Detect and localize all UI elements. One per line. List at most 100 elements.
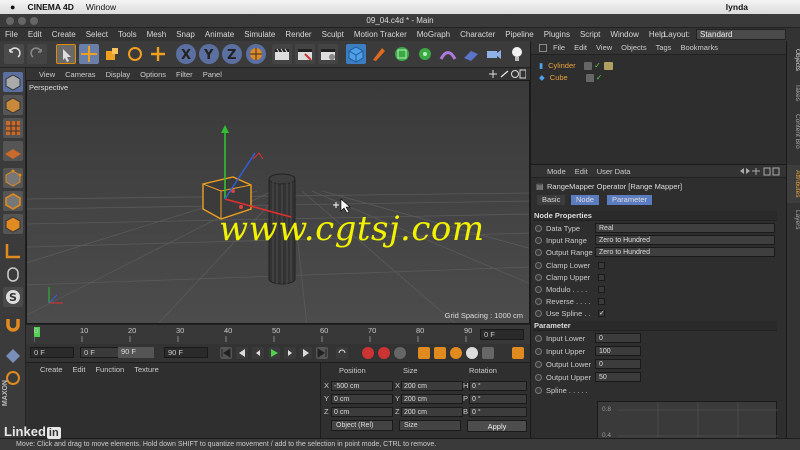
timeline-window-icon[interactable] xyxy=(512,347,524,359)
tab-node[interactable]: Node xyxy=(571,195,599,205)
coordinate-mode-select[interactable]: Object (Rel) xyxy=(331,420,393,431)
animate-radio-icon[interactable] xyxy=(535,237,542,244)
rotate-tool-icon[interactable] xyxy=(125,44,145,64)
move-tool-icon[interactable] xyxy=(79,44,99,64)
size-mode-select[interactable]: Size xyxy=(399,420,461,431)
layer-tag-icon[interactable] xyxy=(584,61,593,70)
viewport-menu-panel[interactable]: Panel xyxy=(198,70,227,79)
tweak-mode-icon[interactable] xyxy=(3,264,23,284)
mac-window-menu[interactable]: Window xyxy=(86,2,116,12)
key-position-icon[interactable] xyxy=(418,347,430,359)
animate-radio-icon[interactable] xyxy=(535,374,542,381)
menu-simulate[interactable]: Simulate xyxy=(239,30,280,39)
input-upper-field[interactable]: 100 xyxy=(595,346,641,356)
autokeying-icon[interactable] xyxy=(378,347,390,359)
camera-icon[interactable] xyxy=(484,44,504,64)
rot-p-field[interactable]: 0 ° xyxy=(469,394,527,404)
clamp-lower-checkbox[interactable] xyxy=(598,262,605,269)
play-icon[interactable] xyxy=(268,347,280,359)
current-frame-field[interactable]: 0 F xyxy=(480,329,524,340)
apple-icon[interactable]: ● xyxy=(10,2,15,12)
cloner-icon[interactable] xyxy=(415,44,435,64)
transform-tool-icon[interactable] xyxy=(148,44,168,64)
redo-icon[interactable] xyxy=(27,44,47,64)
animate-radio-icon[interactable] xyxy=(535,249,542,256)
tab-parameter[interactable]: Parameter xyxy=(607,195,653,205)
viewport-menu-options[interactable]: Options xyxy=(135,70,171,79)
key-scale-icon[interactable] xyxy=(434,347,446,359)
tab-basic[interactable]: Basic xyxy=(537,195,566,205)
menu-edit[interactable]: Edit xyxy=(23,30,47,39)
input-range-select[interactable]: Zero to Hundred xyxy=(595,235,775,245)
render-to-picture-viewer-icon[interactable] xyxy=(295,44,315,64)
viewport-menu-display[interactable]: Display xyxy=(101,70,136,79)
pen-spline-icon[interactable] xyxy=(369,44,389,64)
enable-axis-icon[interactable] xyxy=(3,241,23,261)
timeline-ruler[interactable]: 0 10 20 30 40 50 60 70 80 90 0 F xyxy=(26,324,530,344)
output-lower-field[interactable]: 0 xyxy=(595,359,641,369)
menu-script[interactable]: Script xyxy=(575,30,605,39)
input-lower-field[interactable]: 0 xyxy=(595,333,641,343)
layout-select[interactable]: Standard xyxy=(696,29,786,40)
animate-radio-icon[interactable] xyxy=(535,335,542,342)
menu-character[interactable]: Character xyxy=(455,30,500,39)
scene-canvas[interactable] xyxy=(27,81,530,324)
model-mode-icon[interactable] xyxy=(3,95,23,115)
cube-object-icon[interactable] xyxy=(346,44,366,64)
loop-icon[interactable] xyxy=(336,347,348,359)
object-menu-bookmarks[interactable]: Bookmarks xyxy=(680,43,718,52)
modulo-checkbox[interactable] xyxy=(598,286,605,293)
apply-button[interactable]: Apply xyxy=(467,420,527,432)
start-frame-field[interactable]: 0 F xyxy=(30,347,74,358)
spline-graph[interactable]: 0.8 0.4 xyxy=(597,401,778,442)
viewport-menu-filter[interactable]: Filter xyxy=(171,70,198,79)
object-row-cylinder[interactable]: ▮ Cylinder ✓ xyxy=(539,60,614,71)
output-upper-field[interactable]: 50 xyxy=(595,372,641,382)
material-menu-function[interactable]: Function xyxy=(95,365,124,374)
animate-radio-icon[interactable] xyxy=(535,298,542,305)
key-rotation-icon[interactable] xyxy=(450,347,462,359)
output-range-select[interactable]: Zero to Hundred xyxy=(595,247,775,257)
animate-radio-icon[interactable] xyxy=(535,387,542,394)
make-editable-icon[interactable] xyxy=(3,72,23,92)
magnet-icon[interactable] xyxy=(3,314,23,334)
animate-radio-icon[interactable] xyxy=(535,274,542,281)
attr-menu-user-data[interactable]: User Data xyxy=(597,167,631,176)
side-tab-layers[interactable]: Layers xyxy=(787,207,800,233)
side-tab-content-browser[interactable]: Content Bro xyxy=(787,109,800,153)
side-tab-objects[interactable]: Objects xyxy=(787,45,800,75)
zoom-window-icon[interactable] xyxy=(30,17,38,25)
animate-radio-icon[interactable] xyxy=(535,286,542,293)
edge-mode-icon[interactable] xyxy=(3,191,23,211)
key-parameter-icon[interactable] xyxy=(466,347,478,359)
menu-window[interactable]: Window xyxy=(605,30,643,39)
size-z-field[interactable]: 200 cm xyxy=(401,407,463,417)
record-keys-icon[interactable] xyxy=(362,347,374,359)
enabled-check-icon[interactable]: ✓ xyxy=(594,61,602,70)
texture-grid-icon[interactable] xyxy=(3,346,23,366)
keyframe-selection-icon[interactable] xyxy=(394,347,406,359)
side-tab-takes[interactable]: Takes xyxy=(787,79,800,105)
previous-key-icon[interactable] xyxy=(236,347,248,359)
render-settings-icon[interactable] xyxy=(318,44,338,64)
object-menu-edit[interactable]: Edit xyxy=(574,43,587,52)
material-menu-edit[interactable]: Edit xyxy=(73,365,86,374)
object-menu-file[interactable]: File xyxy=(553,43,565,52)
point-mode-icon[interactable] xyxy=(3,168,23,188)
preview-end-field[interactable]: 90 F xyxy=(118,347,154,358)
pos-x-field[interactable]: -500 cm xyxy=(331,381,393,391)
minimize-window-icon[interactable] xyxy=(18,17,26,25)
viewport-menu-view[interactable]: View xyxy=(34,70,60,79)
polygon-mode-icon[interactable] xyxy=(3,214,23,234)
render-view-icon[interactable] xyxy=(272,44,292,64)
panel-grip-icon[interactable] xyxy=(539,43,547,52)
object-row-cube[interactable]: ◆ Cube ✓ xyxy=(539,72,604,83)
y-axis-lock-icon[interactable]: Y xyxy=(199,44,219,64)
undo-icon[interactable] xyxy=(4,44,24,64)
object-menu-objects[interactable]: Objects xyxy=(621,43,646,52)
menu-create[interactable]: Create xyxy=(47,30,81,39)
texture-mode-icon[interactable] xyxy=(3,118,23,138)
go-to-start-icon[interactable] xyxy=(220,347,232,359)
menu-animate[interactable]: Animate xyxy=(200,30,239,39)
animate-radio-icon[interactable] xyxy=(535,361,542,368)
